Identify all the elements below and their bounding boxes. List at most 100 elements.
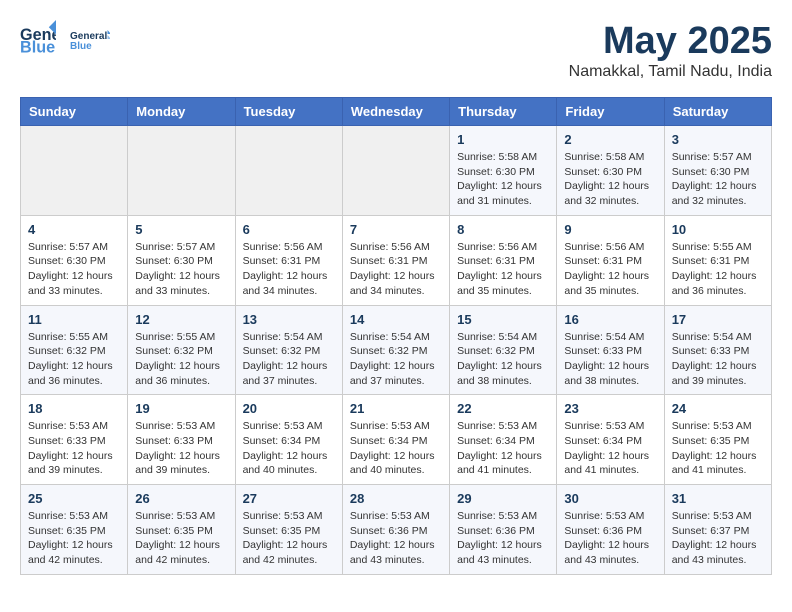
calendar-cell: 5Sunrise: 5:57 AM Sunset: 6:30 PM Daylig… [128, 215, 235, 305]
day-number: 17 [672, 312, 764, 327]
calendar-cell: 9 Sunrise: 5:56 AM Sunset: 6:31 PM Daylig… [557, 215, 664, 305]
header-monday: Monday [128, 98, 235, 126]
day-info: Sunrise: 5:53 AM Sunset: 6:35 PM Dayligh… [28, 509, 120, 568]
day-number: 22 [457, 401, 549, 416]
day-info: Sunrise: 5:54 AM Sunset: 6:32 PM Dayligh… [457, 330, 549, 389]
day-number: 15 [457, 312, 549, 327]
calendar-cell: 24 Sunrise: 5:53 AM Sunset: 6:35 PM Dayli… [664, 395, 771, 485]
day-info: Sunrise: 5:53 AM Sunset: 6:33 PM Dayligh… [28, 419, 120, 478]
day-number: 9 [564, 222, 656, 237]
header-sunday: Sunday [21, 98, 128, 126]
logo-text-block: General Blue [60, 20, 110, 60]
day-info: Sunrise: 5:56 AM Sunset: 6:31 PM Dayligh… [564, 240, 656, 299]
day-number: 18 [28, 401, 120, 416]
page-header: General Blue General Blue May 2025 Namak… [20, 20, 772, 81]
calendar-cell: 1 Sunrise: 5:58 AM Sunset: 6:30 PM Daylig… [450, 126, 557, 216]
day-number: 3 [672, 132, 764, 147]
day-info: Sunrise: 5:56 AM Sunset: 6:31 PM Dayligh… [350, 240, 442, 299]
calendar-cell: 15 Sunrise: 5:54 AM Sunset: 6:32 PM Dayli… [450, 305, 557, 395]
day-number: 12 [135, 312, 227, 327]
day-info: Sunrise: 5:53 AM Sunset: 6:34 PM Dayligh… [457, 419, 549, 478]
calendar-cell: 31Sunrise: 5:53 AM Sunset: 6:37 PM Dayli… [664, 485, 771, 575]
day-number: 19 [135, 401, 227, 416]
day-info: Sunrise: 5:55 AM Sunset: 6:31 PM Dayligh… [672, 240, 764, 299]
svg-text:Blue: Blue [20, 38, 55, 56]
calendar-cell: 27Sunrise: 5:53 AM Sunset: 6:35 PM Dayli… [235, 485, 342, 575]
calendar-cell: 28 Sunrise: 5:53 AM Sunset: 6:36 PM Dayli… [342, 485, 449, 575]
day-info: Sunrise: 5:58 AM Sunset: 6:30 PM Dayligh… [564, 150, 656, 209]
day-info: Sunrise: 5:54 AM Sunset: 6:32 PM Dayligh… [243, 330, 335, 389]
day-info: Sunrise: 5:53 AM Sunset: 6:36 PM Dayligh… [350, 509, 442, 568]
calendar-cell: 13 Sunrise: 5:54 AM Sunset: 6:32 PM Dayli… [235, 305, 342, 395]
calendar-cell: 25 Sunrise: 5:53 AM Sunset: 6:35 PM Dayli… [21, 485, 128, 575]
calendar-cell: 3 Sunrise: 5:57 AM Sunset: 6:30 PM Daylig… [664, 126, 771, 216]
day-info: Sunrise: 5:53 AM Sunset: 6:36 PM Dayligh… [564, 509, 656, 568]
header-thursday: Thursday [450, 98, 557, 126]
calendar-cell: 18 Sunrise: 5:53 AM Sunset: 6:33 PM Dayli… [21, 395, 128, 485]
day-info: Sunrise: 5:54 AM Sunset: 6:32 PM Dayligh… [350, 330, 442, 389]
calendar-cell: 8 Sunrise: 5:56 AM Sunset: 6:31 PM Daylig… [450, 215, 557, 305]
day-info: Sunrise: 5:55 AM Sunset: 6:32 PM Dayligh… [28, 330, 120, 389]
calendar-cell [342, 126, 449, 216]
day-number: 16 [564, 312, 656, 327]
calendar-cell: 30Sunrise: 5:53 AM Sunset: 6:36 PM Dayli… [557, 485, 664, 575]
svg-text:General: General [70, 31, 107, 42]
day-number: 24 [672, 401, 764, 416]
day-number: 25 [28, 491, 120, 506]
week-row-3: 11 Sunrise: 5:55 AM Sunset: 6:32 PM Dayli… [21, 305, 772, 395]
header-tuesday: Tuesday [235, 98, 342, 126]
day-info: Sunrise: 5:53 AM Sunset: 6:34 PM Dayligh… [243, 419, 335, 478]
day-info: Sunrise: 5:56 AM Sunset: 6:31 PM Dayligh… [457, 240, 549, 299]
calendar-cell: 12Sunrise: 5:55 AM Sunset: 6:32 PM Dayli… [128, 305, 235, 395]
day-info: Sunrise: 5:57 AM Sunset: 6:30 PM Dayligh… [135, 240, 227, 299]
day-number: 21 [350, 401, 442, 416]
calendar-cell: 21 Sunrise: 5:53 AM Sunset: 6:34 PM Dayli… [342, 395, 449, 485]
day-info: Sunrise: 5:56 AM Sunset: 6:31 PM Dayligh… [243, 240, 335, 299]
calendar-cell: 4Sunrise: 5:57 AM Sunset: 6:30 PM Daylig… [21, 215, 128, 305]
calendar-cell [235, 126, 342, 216]
day-info: Sunrise: 5:54 AM Sunset: 6:33 PM Dayligh… [564, 330, 656, 389]
logo-svg: General Blue [70, 20, 110, 60]
day-info: Sunrise: 5:58 AM Sunset: 6:30 PM Dayligh… [457, 150, 549, 209]
calendar-cell: 19Sunrise: 5:53 AM Sunset: 6:33 PM Dayli… [128, 395, 235, 485]
day-info: Sunrise: 5:57 AM Sunset: 6:30 PM Dayligh… [672, 150, 764, 209]
calendar-table: SundayMondayTuesdayWednesdayThursdayFrid… [20, 97, 772, 575]
calendar-cell: 17Sunrise: 5:54 AM Sunset: 6:33 PM Dayli… [664, 305, 771, 395]
day-number: 2 [564, 132, 656, 147]
day-number: 29 [457, 491, 549, 506]
calendar-subtitle: Namakkal, Tamil Nadu, India [569, 63, 772, 81]
week-row-2: 4Sunrise: 5:57 AM Sunset: 6:30 PM Daylig… [21, 215, 772, 305]
day-info: Sunrise: 5:53 AM Sunset: 6:35 PM Dayligh… [243, 509, 335, 568]
day-number: 20 [243, 401, 335, 416]
calendar-cell: 20 Sunrise: 5:53 AM Sunset: 6:34 PM Dayli… [235, 395, 342, 485]
week-row-4: 18 Sunrise: 5:53 AM Sunset: 6:33 PM Dayli… [21, 395, 772, 485]
day-number: 7 [350, 222, 442, 237]
day-number: 13 [243, 312, 335, 327]
calendar-title: May 2025 [569, 20, 772, 63]
day-number: 6 [243, 222, 335, 237]
header-row: SundayMondayTuesdayWednesdayThursdayFrid… [21, 98, 772, 126]
day-number: 11 [28, 312, 120, 327]
day-info: Sunrise: 5:57 AM Sunset: 6:30 PM Dayligh… [28, 240, 120, 299]
calendar-cell [128, 126, 235, 216]
day-number: 23 [564, 401, 656, 416]
day-number: 8 [457, 222, 549, 237]
header-friday: Friday [557, 98, 664, 126]
day-info: Sunrise: 5:53 AM Sunset: 6:34 PM Dayligh… [350, 419, 442, 478]
day-info: Sunrise: 5:53 AM Sunset: 6:35 PM Dayligh… [672, 419, 764, 478]
calendar-cell: 6 Sunrise: 5:56 AM Sunset: 6:31 PM Daylig… [235, 215, 342, 305]
calendar-cell: 26Sunrise: 5:53 AM Sunset: 6:35 PM Dayli… [128, 485, 235, 575]
day-number: 26 [135, 491, 227, 506]
day-number: 1 [457, 132, 549, 147]
title-block: May 2025 Namakkal, Tamil Nadu, India [569, 20, 772, 81]
header-wednesday: Wednesday [342, 98, 449, 126]
calendar-cell [21, 126, 128, 216]
day-info: Sunrise: 5:53 AM Sunset: 6:36 PM Dayligh… [457, 509, 549, 568]
calendar-cell: 7 Sunrise: 5:56 AM Sunset: 6:31 PM Daylig… [342, 215, 449, 305]
day-info: Sunrise: 5:53 AM Sunset: 6:34 PM Dayligh… [564, 419, 656, 478]
day-number: 14 [350, 312, 442, 327]
logo: General Blue [20, 20, 60, 56]
week-row-5: 25 Sunrise: 5:53 AM Sunset: 6:35 PM Dayli… [21, 485, 772, 575]
calendar-cell: 11 Sunrise: 5:55 AM Sunset: 6:32 PM Dayli… [21, 305, 128, 395]
day-number: 28 [350, 491, 442, 506]
